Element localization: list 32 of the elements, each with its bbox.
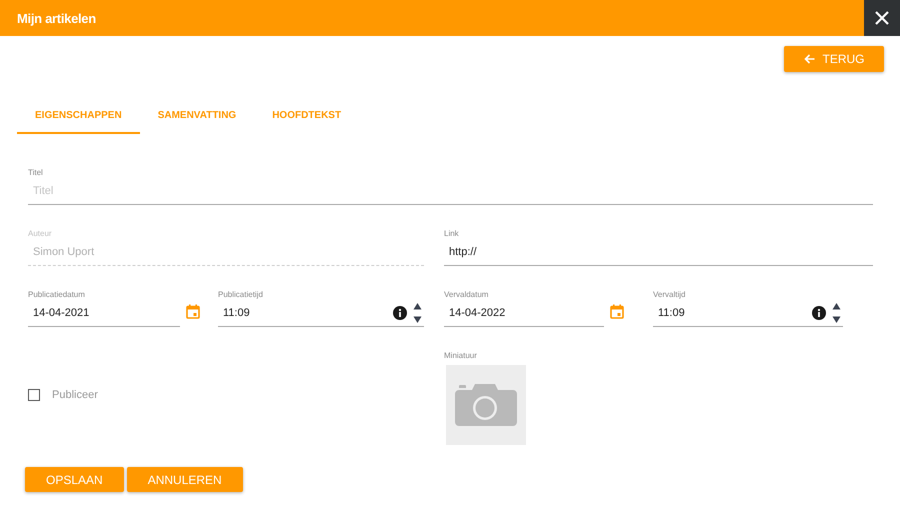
tab[interactable]: HOOFDTEKST — [254, 100, 360, 134]
tab[interactable]: SAMENVATTING — [140, 100, 254, 134]
field-label: Titel — [28, 168, 44, 178]
field-label: Link — [444, 229, 460, 239]
field-label: Miniatuur — [444, 351, 478, 361]
window-title: Mijn artikelen — [17, 10, 96, 26]
field-label: Publicatiedatum — [28, 290, 86, 300]
close-button[interactable] — [864, 0, 900, 36]
time-field[interactable]: 11:09 — [218, 300, 393, 326]
link-field[interactable]: http:// — [444, 239, 873, 265]
camera-icon — [455, 384, 517, 426]
checkbox[interactable] — [28, 389, 40, 401]
field-label: Vervaldatum — [444, 290, 490, 300]
action-button[interactable]: OPSLAAN — [25, 467, 124, 492]
action-button[interactable]: ANNULEREN — [126, 467, 243, 492]
date-field[interactable]: 14-04-2022 — [444, 300, 604, 326]
spinner-icon[interactable] — [832, 302, 841, 324]
field-label: Vervaltijd — [653, 290, 686, 300]
spinner-icon[interactable] — [413, 302, 422, 324]
thumbnail-placeholder[interactable] — [446, 365, 526, 445]
info-icon — [812, 306, 826, 320]
tab[interactable]: EIGENSCHAPPEN — [17, 100, 140, 134]
time-field[interactable]: 11:09 — [653, 300, 812, 326]
info-icon — [393, 306, 407, 320]
back-button[interactable]: TERUG — [784, 46, 884, 72]
field-label: Auteur — [28, 229, 53, 239]
date-field[interactable]: 14-04-2021 — [28, 300, 180, 326]
arrow-left-icon — [804, 54, 814, 64]
field-label: Publicatietijd — [218, 290, 264, 300]
title-field[interactable]: Titel — [28, 178, 873, 204]
close-icon — [875, 11, 889, 25]
checkbox-label: Publiceer — [52, 389, 98, 401]
